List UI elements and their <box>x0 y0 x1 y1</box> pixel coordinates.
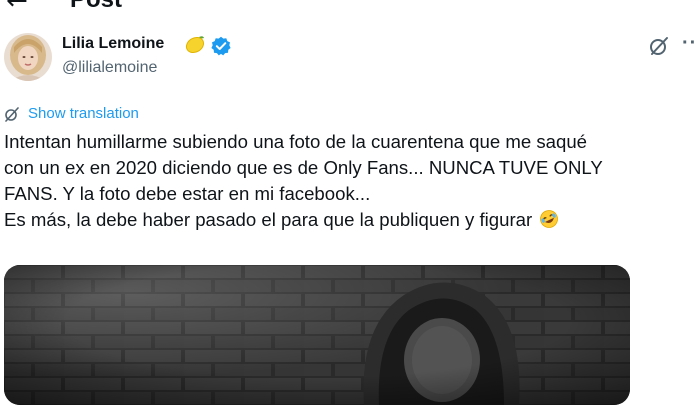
show-translation-link[interactable]: Show translation <box>28 105 139 122</box>
tweet-line: con un ex en 2020 diciendo que es de Onl… <box>4 157 603 178</box>
author-name[interactable]: Lilia Lemoine <box>62 35 164 53</box>
tweet-line: FANS. Y la foto debe estar en mi faceboo… <box>4 183 371 204</box>
more-options-icon[interactable]: ·· <box>682 32 696 55</box>
author-handle[interactable]: @lilialemoine <box>62 59 157 77</box>
translate-icon <box>4 106 20 122</box>
grok-icon[interactable] <box>648 35 670 57</box>
tweet-line-last: Es más, la debe haber pasado el para que… <box>4 207 694 233</box>
tweet-text: Intentan humillarme subiendo una foto de… <box>4 129 694 233</box>
post-image[interactable] <box>4 265 630 405</box>
tweet-line: Intentan humillarme subiendo una foto de… <box>4 131 588 152</box>
rolling-on-floor-laughing-emoji-icon <box>539 209 559 229</box>
lemon-emoji-icon <box>184 34 206 54</box>
verified-badge-icon <box>211 36 231 56</box>
avatar[interactable] <box>4 33 52 81</box>
back-arrow-icon[interactable]: ← <box>6 0 28 14</box>
tweet-line-text: Es más, la debe haber pasado el para que… <box>4 209 533 230</box>
post-header: ← Post <box>0 0 696 14</box>
page-title: Post <box>70 0 122 14</box>
